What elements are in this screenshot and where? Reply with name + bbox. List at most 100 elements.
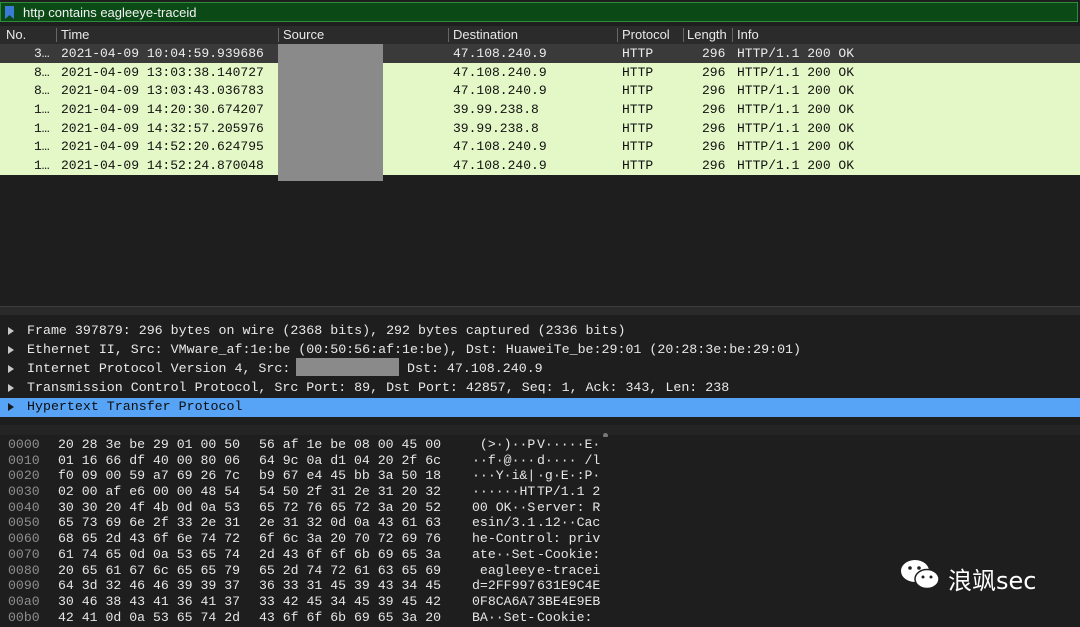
- hex-offset: 0020: [8, 468, 40, 484]
- column-no[interactable]: No.: [6, 27, 26, 42]
- hex-ascii: e-tracei: [537, 562, 601, 578]
- column-length[interactable]: Length: [687, 27, 727, 42]
- detail-frame[interactable]: Frame 397879: 296 bytes on wire (2368 bi…: [0, 322, 1080, 341]
- packet-length: 296: [702, 46, 726, 61]
- hex-ascii: (>·)··P: [472, 437, 536, 452]
- detail-text: Internet Protocol Version 4, Src:: [27, 361, 291, 376]
- column-destination[interactable]: Destination: [453, 27, 518, 42]
- packet-row[interactable]: 8… 2021-04-09 13:03:43.036783 47.108.240…: [0, 81, 1080, 101]
- packet-list-header: No. Time Source Destination Protocol Len…: [0, 26, 1080, 45]
- hex-row[interactable]: 0010 01 16 66 df 40 00 80 06 64 9c 0a d1 0…: [0, 453, 1080, 469]
- hex-row[interactable]: 0020 f0 09 00 59 a7 69 26 7c b9 67 e4 45 b…: [0, 468, 1080, 484]
- packet-info: HTTP/1.1 200 OK: [737, 46, 855, 61]
- expand-arrow-icon[interactable]: [8, 365, 14, 373]
- column-separator[interactable]: [56, 28, 57, 42]
- column-info[interactable]: Info: [737, 27, 759, 42]
- packet-info: HTTP/1.1 200 OK: [737, 102, 855, 118]
- hex-bytes: 2d 43 6f 6f 6b 69 65 3a: [259, 546, 442, 562]
- column-separator[interactable]: [278, 28, 279, 42]
- hex-ascii: ate··Set: [472, 546, 536, 562]
- hex-ascii: ······HT: [472, 484, 536, 500]
- hex-ascii: BA··Set-: [472, 609, 536, 625]
- column-separator[interactable]: [448, 28, 449, 42]
- hex-bytes: 65 73 69 6e 2f 33 2e 31: [58, 515, 241, 531]
- column-protocol[interactable]: Protocol: [622, 27, 670, 42]
- pane-splitter[interactable]: [0, 306, 1080, 315]
- packet-row[interactable]: 1… 2021-04-09 14:20:30.674207 39.99.238.…: [0, 100, 1080, 119]
- hex-offset: 0040: [8, 499, 40, 515]
- filter-text: http contains eagleeye-traceid: [23, 5, 197, 20]
- hex-bytes: 20 65 61 67 6c 65 65 79: [58, 562, 241, 578]
- hex-bytes: 30 30 20 4f 4b 0d 0a 53: [58, 499, 241, 515]
- hex-bytes: b9 67 e4 45 bb 3a 50 18: [259, 468, 442, 484]
- expand-arrow-icon[interactable]: [8, 327, 14, 335]
- packet-info: HTTP/1.1 200 OK: [737, 158, 855, 174]
- pane-splitter[interactable]: [0, 425, 1080, 435]
- bookmark-icon[interactable]: [5, 6, 14, 19]
- detail-tcp[interactable]: Transmission Control Protocol, Src Port:…: [0, 379, 1080, 398]
- column-source[interactable]: Source: [283, 27, 324, 42]
- packet-info: HTTP/1.1 200 OK: [737, 139, 855, 155]
- packet-no: 1…: [34, 139, 50, 155]
- packet-row[interactable]: 1… 2021-04-09 14:32:57.205976 39.99.238.…: [0, 118, 1080, 138]
- packet-length: 296: [702, 83, 726, 99]
- packet-no: 3…: [34, 46, 50, 61]
- display-filter-input[interactable]: http contains eagleeye-traceid: [0, 2, 1078, 22]
- hex-ascii: 3BE4E9EB: [537, 593, 601, 609]
- packet-protocol: HTTP: [622, 139, 654, 155]
- hex-bytes: 02 00 af e6 00 00 48 54: [58, 484, 241, 500]
- hex-offset: 0060: [8, 531, 40, 547]
- hex-ascii: Cookie:: [537, 609, 601, 625]
- detail-ipv4[interactable]: Internet Protocol Version 4, Src: Dst: 4…: [0, 360, 1080, 379]
- hex-row[interactable]: 0050 65 73 69 6e 2f 33 2e 31 2e 31 32 0d 0…: [0, 515, 1080, 531]
- hex-offset: 0090: [8, 578, 40, 594]
- expand-arrow-icon[interactable]: [8, 384, 14, 392]
- detail-text: Transmission Control Protocol, Src Port:…: [27, 380, 730, 395]
- hex-offset: 0080: [8, 562, 40, 578]
- hex-offset: 00a0: [8, 593, 40, 609]
- packet-no: 1…: [34, 158, 50, 174]
- column-separator[interactable]: [732, 28, 733, 42]
- display-filter-bar: http contains eagleeye-traceid: [0, 0, 1080, 25]
- detail-ethernet[interactable]: Ethernet II, Src: VMware_af:1e:be (00:50…: [0, 341, 1080, 360]
- packet-row[interactable]: 1… 2021-04-09 14:52:20.624795 47.108.240…: [0, 137, 1080, 157]
- hex-bytes: 6f 6c 3a 20 70 72 69 76: [259, 531, 442, 547]
- packet-length: 296: [702, 158, 726, 174]
- detail-text: Frame 397879: 296 bytes on wire (2368 bi…: [27, 323, 626, 338]
- packet-protocol: HTTP: [622, 83, 654, 99]
- hex-ascii: eagleey: [472, 562, 536, 578]
- packet-length: 296: [702, 102, 726, 118]
- packet-row[interactable]: 3… 2021-04-09 10:04:59.939686 47.108.240…: [0, 44, 1080, 63]
- packet-destination: 47.108.240.9: [453, 64, 547, 80]
- packet-destination: 39.99.238.8: [453, 120, 539, 136]
- hex-ascii: ··f·@···: [472, 452, 536, 468]
- hex-bytes: 68 65 2d 43 6f 6e 74 72: [58, 531, 241, 547]
- hex-row[interactable]: 0030 02 00 af e6 00 00 48 54 54 50 2f 31 2…: [0, 484, 1080, 500]
- redacted-source-block: [278, 44, 383, 181]
- packet-row[interactable]: 8… 2021-04-09 13:03:38.140727 47.108.240…: [0, 62, 1080, 82]
- hex-bytes: 65 72 76 65 72 3a 20 52: [259, 499, 442, 515]
- hex-ascii: esin/3.1: [472, 515, 536, 531]
- hex-ascii: TP/1.1 2: [537, 484, 601, 500]
- column-separator[interactable]: [683, 28, 684, 42]
- column-time[interactable]: Time: [61, 27, 89, 42]
- packet-protocol: HTTP: [622, 46, 654, 61]
- hex-row[interactable]: 0060 68 65 2d 43 6f 6e 74 72 6f 6c 3a 20 7…: [0, 531, 1080, 547]
- hex-ascii: V·····E·: [537, 437, 601, 452]
- packet-row[interactable]: 1… 2021-04-09 14:52:24.870048 47.108.240…: [0, 156, 1080, 175]
- hex-offset: 0000: [8, 437, 40, 452]
- hex-bytes: f0 09 00 59 a7 69 26 7c: [58, 468, 241, 484]
- expand-arrow-icon[interactable]: [8, 346, 14, 354]
- detail-http[interactable]: Hypertext Transfer Protocol: [0, 398, 1080, 417]
- column-separator[interactable]: [617, 28, 618, 42]
- hex-offset: 0010: [8, 452, 40, 468]
- hex-bytes: 43 6f 6f 6b 69 65 3a 20: [259, 609, 442, 625]
- expand-arrow-icon[interactable]: [8, 403, 14, 411]
- hex-bytes: 56 af 1e be 08 00 45 00: [259, 437, 442, 452]
- packet-time: 2021-04-09 14:20:30.674207: [61, 102, 264, 118]
- hex-row[interactable]: 0040 30 30 20 4f 4b 0d 0a 53 65 72 76 65 7…: [0, 500, 1080, 516]
- hex-row[interactable]: 00b0 42 41 0d 0a 53 65 74 2d 43 6f 6f 6b 6…: [0, 610, 1080, 626]
- hex-row[interactable]: 0000 20 28 3e be 29 01 00 50 56 af 1e be 0…: [0, 437, 1080, 453]
- detail-text: Ethernet II, Src: VMware_af:1e:be (00:50…: [27, 342, 802, 357]
- packet-protocol: HTTP: [622, 158, 654, 174]
